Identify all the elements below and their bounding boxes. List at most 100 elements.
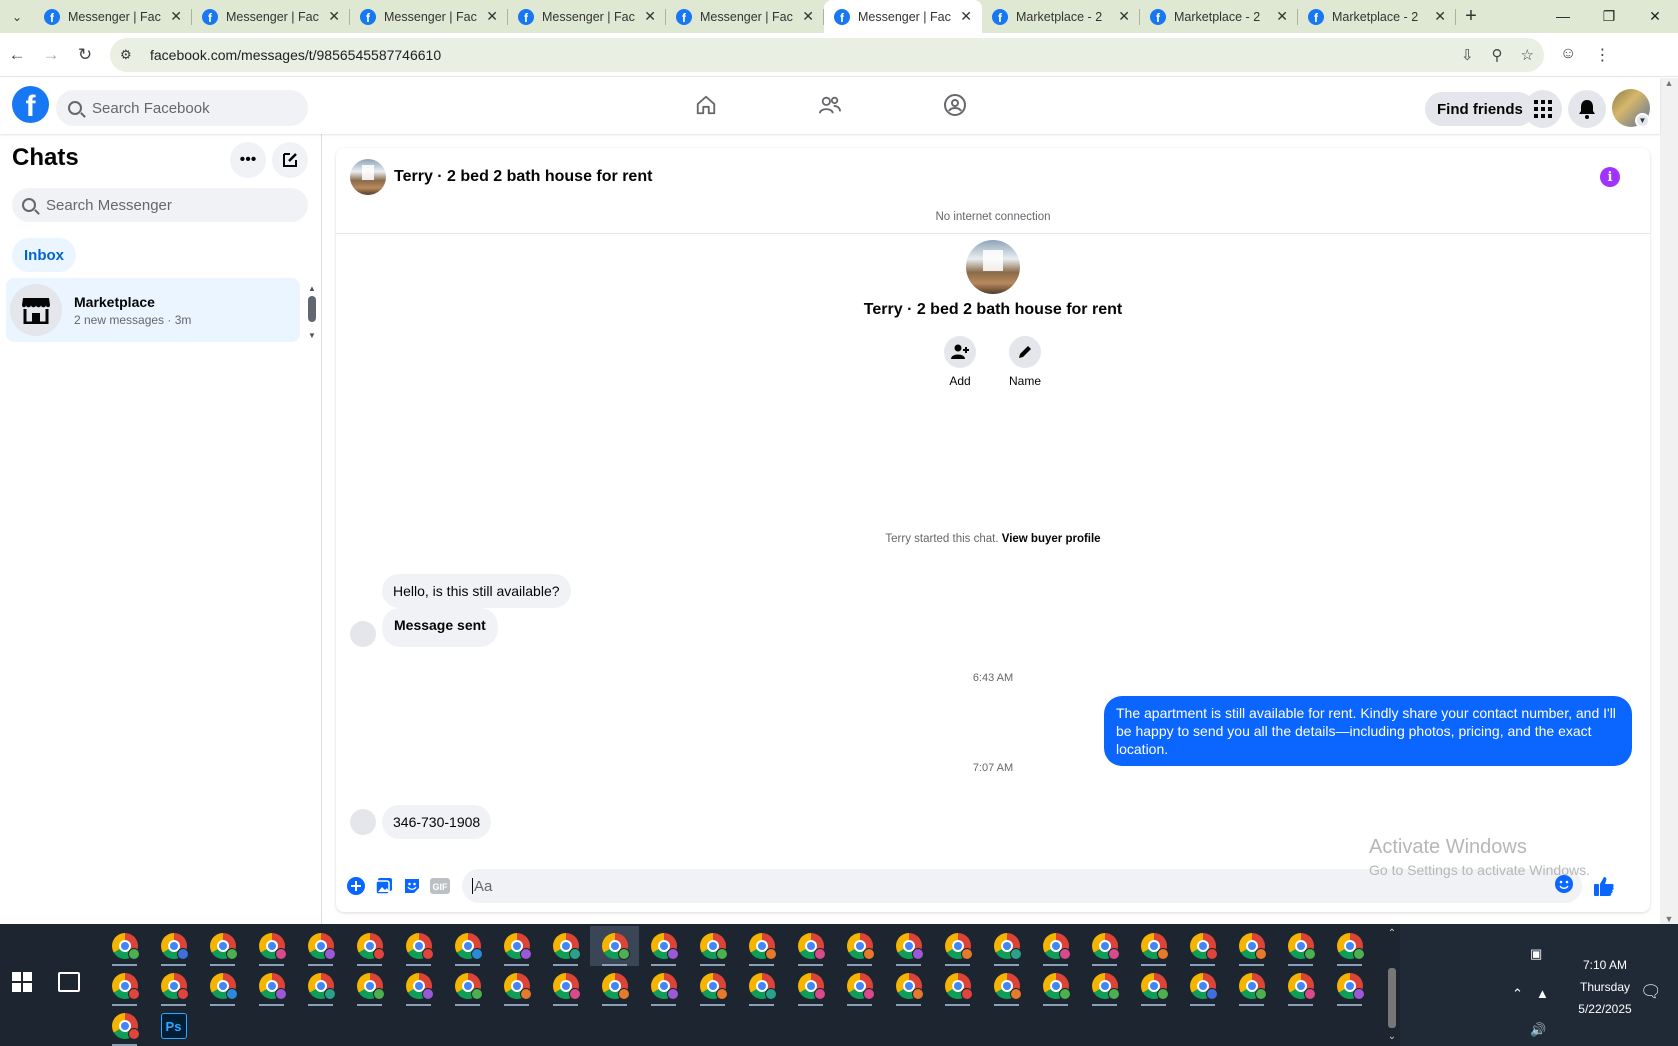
tab-close-icon[interactable]: ✕ [170,8,182,25]
account-chevron-icon[interactable]: ▼ [1635,113,1650,128]
tab-close-icon[interactable]: ✕ [1118,8,1130,25]
taskbar-chrome-app[interactable] [639,966,688,1006]
minimize-icon[interactable]: — [1540,8,1586,25]
taskbar-chrome-app[interactable] [982,966,1031,1006]
taskbar-chrome-app[interactable] [492,966,541,1006]
address-bar[interactable]: ⚙ facebook.com/messages/t/98565455877466… [110,37,1544,72]
message-bubble-outgoing[interactable]: The apartment is still available for ren… [1104,696,1632,766]
site-info-icon[interactable]: ⚙ [120,47,142,63]
restore-icon[interactable]: ❐ [1586,8,1632,25]
tab-close-icon[interactable]: ✕ [328,8,340,25]
tab-close-icon[interactable]: ✕ [644,8,656,25]
listing-thumbnail[interactable] [350,159,386,195]
meet-now-icon[interactable]: ▣ [1530,946,1542,962]
conversation-title[interactable]: Terry · 2 bed 2 bath house for rent [394,168,652,186]
tab-close-icon[interactable]: ✕ [960,8,972,25]
taskbar-scroll-thumb[interactable] [1388,968,1396,1028]
browser-tab[interactable]: f Marketplace - 2 ✕ [1298,0,1456,33]
zoom-icon[interactable]: ⚲ [1492,46,1503,64]
taskbar-chrome-app[interactable] [100,926,149,966]
taskbar-chrome-app[interactable] [590,926,639,966]
taskbar-chrome-app[interactable] [982,926,1031,966]
task-view-icon[interactable] [58,972,80,992]
more-options-icon[interactable]: ••• [230,142,266,178]
taskbar-chrome-app[interactable] [1031,966,1080,1006]
taskbar-scrollbar[interactable]: ⌃ ⌄ [1385,928,1399,1042]
chat-list-item-marketplace[interactable]: Marketplace 2 new messages · 3m [6,278,300,342]
taskbar-scroll-up-icon[interactable]: ⌃ [1385,928,1399,939]
taskbar-chrome-app[interactable] [247,926,296,966]
taskbar-scroll-down-icon[interactable]: ⌄ [1385,1031,1399,1042]
taskbar-chrome-app[interactable] [1031,926,1080,966]
reload-icon[interactable]: ↻ [68,45,102,65]
menu-grid-icon[interactable] [1524,90,1562,128]
taskbar-chrome-app[interactable] [737,966,786,1006]
find-friends-button[interactable]: Find friends [1425,92,1535,126]
taskbar-clock[interactable]: 7:10 AM Thursday 5/22/2025 [1560,954,1650,1020]
listing-photo-large[interactable] [966,240,1020,294]
tab-close-icon[interactable]: ✕ [486,8,498,25]
browser-tab[interactable]: f Marketplace - 2 ✕ [1140,0,1298,33]
gif-icon[interactable]: GIF [426,872,454,900]
taskbar-chrome-app[interactable] [1276,966,1325,1006]
taskbar-chrome-app[interactable] [1227,966,1276,1006]
url-text[interactable]: facebook.com/messages/t/9856545587746610 [150,47,441,63]
new-tab-button[interactable]: + [1456,5,1486,28]
view-buyer-profile-link[interactable]: View buyer profile [1002,533,1101,545]
taskbar-chrome-app[interactable] [100,1006,149,1046]
taskbar-chrome-app[interactable] [1178,926,1227,966]
new-message-icon[interactable] [272,142,308,178]
groups-nav-icon[interactable] [940,90,970,120]
taskbar-chrome-app[interactable] [149,966,198,1006]
taskbar-chrome-app[interactable] [394,926,443,966]
taskbar-chrome-app[interactable] [1227,926,1276,966]
scrollbar-thumb[interactable] [308,296,316,322]
attach-photo-icon[interactable] [370,872,398,900]
volume-icon[interactable]: 🔊 [1530,1022,1546,1038]
page-scrollbar[interactable]: ▲ ▼ [1660,78,1678,924]
taskbar-chrome-app[interactable] [1080,926,1129,966]
taskbar-chrome-app[interactable] [688,926,737,966]
taskbar-chrome-app[interactable] [345,966,394,1006]
more-actions-plus-icon[interactable] [342,872,370,900]
install-app-icon[interactable]: ⇩ [1461,46,1474,64]
taskbar-chrome-app[interactable] [247,966,296,1006]
conversation-info-icon[interactable]: i [1600,167,1620,187]
friends-nav-icon[interactable] [815,90,845,120]
like-thumbs-up-icon[interactable] [1590,872,1618,900]
taskbar-chrome-app[interactable] [100,966,149,1006]
forward-icon[interactable]: → [34,45,68,65]
scroll-down-icon[interactable]: ▼ [307,331,317,340]
taskbar-chrome-app[interactable] [149,926,198,966]
taskbar-chrome-app[interactable] [1325,966,1374,1006]
close-window-icon[interactable]: ✕ [1632,8,1678,25]
browser-tab[interactable]: f Messenger | Fac ✕ [192,0,350,33]
taskbar-chrome-app[interactable] [296,926,345,966]
browser-tab[interactable]: f Marketplace - 2 ✕ [982,0,1140,33]
name-button[interactable]: Name [995,336,1055,388]
message-bubble-incoming[interactable]: 346-730-1908 [382,805,492,839]
windows-start-icon[interactable] [12,972,32,992]
taskbar-chrome-app[interactable] [198,926,247,966]
taskbar-chrome-app[interactable] [443,966,492,1006]
taskbar-chrome-app[interactable] [345,926,394,966]
network-icon[interactable]: ▲ [1536,986,1549,1001]
taskbar-chrome-app[interactable] [884,926,933,966]
show-hidden-icons-chevron[interactable]: ⌃ [1512,986,1523,1002]
browser-tab[interactable]: f Messenger | Fac ✕ [824,0,982,33]
add-button[interactable]: Add [930,336,990,388]
scroll-up-icon[interactable]: ▲ [307,284,317,293]
tab-close-icon[interactable]: ✕ [1276,8,1288,25]
taskbar-chrome-app[interactable] [541,926,590,966]
notifications-bell-icon[interactable] [1568,90,1606,128]
message-bubble-incoming[interactable]: Hello, is this still available? [382,574,571,608]
taskbar-photoshop-app[interactable]: Ps [149,1006,198,1046]
message-bubble-incoming[interactable]: Message sent [382,608,498,647]
taskbar-chrome-app[interactable] [786,926,835,966]
browser-tab[interactable]: f Messenger | Fac ✕ [508,0,666,33]
taskbar-chrome-app[interactable] [1276,926,1325,966]
taskbar-chrome-app[interactable] [835,966,884,1006]
taskbar-chrome-app[interactable] [737,926,786,966]
taskbar-chrome-app[interactable] [492,926,541,966]
taskbar-chrome-app[interactable] [884,966,933,1006]
